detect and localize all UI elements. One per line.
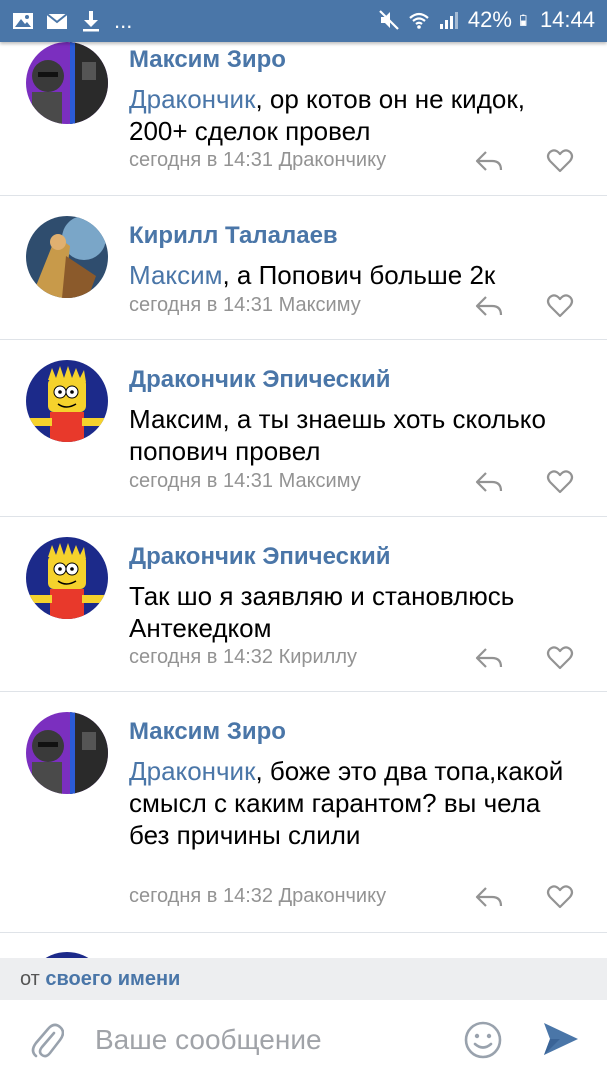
comment-item: Дракончик Эпический Так шо я заявляю и с… bbox=[0, 517, 607, 692]
comment-body: Максим, а ты знаешь хоть сколько попович… bbox=[129, 404, 546, 466]
avatar[interactable] bbox=[26, 360, 108, 442]
comment-item: Дракончик Эпический Максим, а ты знаешь … bbox=[0, 340, 607, 517]
battery-percent: 42% bbox=[467, 7, 512, 32]
sender-prefix: от bbox=[20, 968, 40, 990]
sender-selector-label: от своего имени bbox=[20, 968, 180, 991]
avatar[interactable] bbox=[26, 537, 108, 619]
comment-meta: сегодня в 14:32 Дракончику bbox=[129, 885, 386, 908]
signal-icon bbox=[439, 12, 458, 29]
comment-meta: сегодня в 14:31 Дракончику bbox=[129, 149, 386, 172]
reply-icon[interactable] bbox=[474, 470, 504, 494]
status-dots: ... bbox=[114, 8, 133, 33]
comment-item: Максим Зиро Дракончик, ор котов он не ки… bbox=[0, 42, 607, 196]
paperclip-icon[interactable] bbox=[30, 1021, 64, 1059]
battery-icon bbox=[520, 14, 527, 26]
mail-icon bbox=[46, 13, 68, 29]
wifi-icon bbox=[409, 12, 429, 29]
status-bar-right: 42% 14:44 bbox=[378, 8, 595, 32]
comment-text: Дракончик, боже это два топа,какой смысл… bbox=[129, 755, 579, 851]
comment-meta: сегодня в 14:31 Максиму bbox=[129, 470, 361, 493]
emoji-icon[interactable] bbox=[463, 1020, 503, 1060]
comment-text: Дракончик, ор котов он не кидок, 200+ сд… bbox=[129, 83, 589, 147]
comment-author[interactable]: Дракончик Эпический bbox=[129, 366, 390, 394]
comment-body: Так шо я заявляю и становлюсь Антекедком bbox=[129, 581, 515, 643]
sender-name[interactable]: своего имени bbox=[45, 968, 180, 990]
comment-body: , а Попович больше 2к bbox=[222, 260, 496, 290]
status-bar-left: ... bbox=[12, 9, 132, 33]
comment-mention[interactable]: Дракончик bbox=[129, 84, 255, 114]
heart-icon[interactable] bbox=[546, 884, 574, 910]
reply-icon[interactable] bbox=[474, 294, 504, 318]
comment-author[interactable]: Максим Зиро bbox=[129, 46, 286, 74]
avatar[interactable] bbox=[26, 712, 108, 794]
comment-reply-to[interactable]: Кириллу bbox=[279, 646, 357, 668]
message-composer bbox=[0, 1000, 607, 1080]
comment-author[interactable]: Кирилл Талалаев bbox=[129, 222, 338, 250]
avatar[interactable] bbox=[26, 216, 108, 298]
comment-item: Максим Зиро Дракончик, боже это два топа… bbox=[0, 692, 607, 933]
download-icon bbox=[83, 11, 99, 32]
send-icon[interactable] bbox=[542, 1020, 580, 1058]
comments-feed[interactable]: Максим Зиро Дракончик, ор котов он не ки… bbox=[0, 42, 607, 958]
comment-author[interactable]: Дракончик Эпический bbox=[129, 543, 390, 571]
comment-time: сегодня в 14:32 bbox=[129, 885, 273, 907]
comment-text: Максим, а ты знаешь хоть сколько попович… bbox=[129, 403, 589, 467]
comment-reply-to[interactable]: Максиму bbox=[279, 470, 361, 492]
status-time: 14:44 bbox=[539, 7, 595, 32]
comment-reply-to[interactable]: Дракончику bbox=[279, 885, 387, 907]
heart-icon[interactable] bbox=[546, 469, 574, 495]
reply-icon[interactable] bbox=[474, 149, 504, 173]
comment-author[interactable]: Максим Зиро bbox=[129, 718, 286, 746]
reply-icon[interactable] bbox=[474, 646, 504, 670]
comment-time: сегодня в 14:31 bbox=[129, 294, 273, 316]
comment-mention[interactable]: Максим bbox=[129, 260, 222, 290]
comment-text: Так шо я заявляю и становлюсь Антекедком bbox=[129, 580, 589, 644]
comment-item: Кирилл Талалаев Максим, а Попович больше… bbox=[0, 196, 607, 340]
comment-reply-to[interactable]: Дракончику bbox=[279, 149, 387, 171]
comment-text: Максим, а Попович больше 2к bbox=[129, 259, 589, 291]
comment-meta: сегодня в 14:32 Кириллу bbox=[129, 646, 357, 669]
comment-mention[interactable]: Дракончик bbox=[129, 756, 255, 786]
comment-time: сегодня в 14:32 bbox=[129, 646, 273, 668]
heart-icon[interactable] bbox=[546, 645, 574, 671]
reply-icon[interactable] bbox=[474, 885, 504, 909]
sender-selector[interactable]: от своего имени bbox=[0, 958, 607, 1000]
image-icon bbox=[13, 13, 33, 29]
avatar[interactable] bbox=[26, 42, 108, 124]
message-input[interactable] bbox=[95, 1018, 435, 1062]
comment-reply-to[interactable]: Максиму bbox=[279, 294, 361, 316]
heart-icon[interactable] bbox=[546, 148, 574, 174]
comment-time: сегодня в 14:31 bbox=[129, 470, 273, 492]
status-bar: ... 42% 14:44 bbox=[0, 0, 607, 42]
mute-icon bbox=[379, 10, 399, 30]
comment-time: сегодня в 14:31 bbox=[129, 149, 273, 171]
comment-meta: сегодня в 14:31 Максиму bbox=[129, 294, 361, 317]
heart-icon[interactable] bbox=[546, 293, 574, 319]
